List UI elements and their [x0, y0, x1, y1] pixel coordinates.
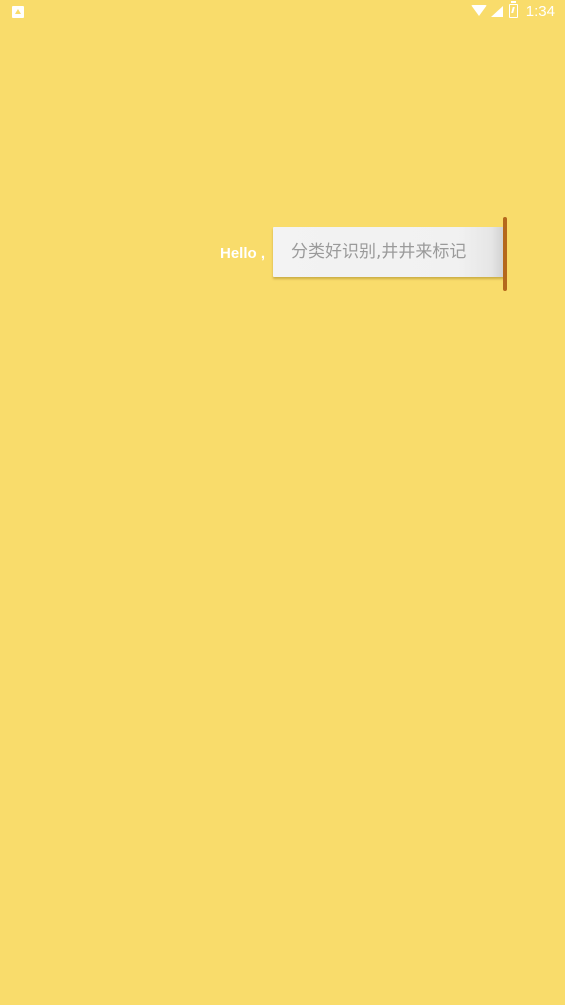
wifi-icon: [471, 5, 487, 16]
signal-icon: [491, 6, 503, 17]
status-time: 1:34: [525, 3, 555, 20]
greeting-text: Hello ,: [220, 245, 266, 262]
status-bar: 1:34: [0, 0, 565, 24]
notification-icon: [12, 6, 24, 18]
slogan-text: 分类好识别,井井来标记: [291, 242, 467, 262]
slogan-scroll: 分类好识别,井井来标记: [273, 227, 505, 277]
scroll-rod: [503, 217, 507, 291]
battery-charging-icon: [509, 1, 518, 18]
